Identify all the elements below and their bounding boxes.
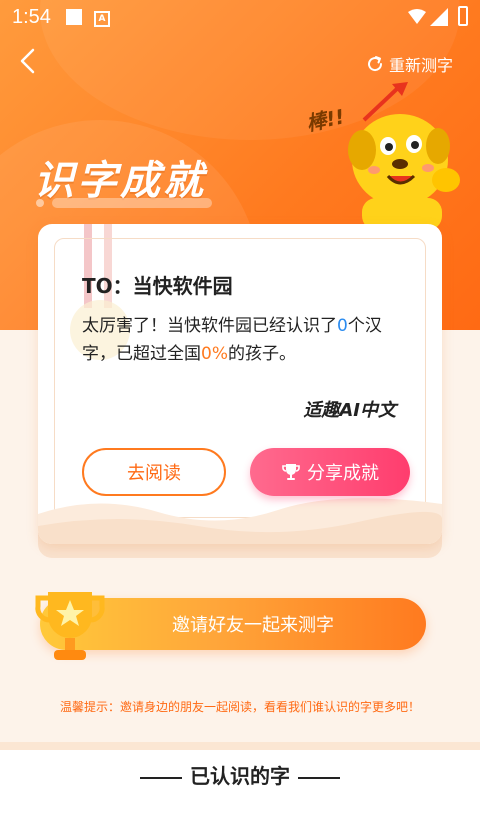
title-decoration-bar [52, 198, 212, 208]
section-divider [0, 742, 480, 750]
read-button-label: 去阅读 [127, 463, 181, 484]
read-button[interactable]: 去阅读 [82, 448, 226, 496]
percentile-value: 0% [201, 344, 228, 364]
recognized-title-label: 已认识的字 [190, 764, 290, 788]
message-prefix: 太厉害了！当快软件园已经认识了 [82, 316, 337, 336]
status-time: 1:54 [12, 6, 51, 28]
back-chevron-icon[interactable] [14, 46, 44, 76]
wifi-icon [408, 9, 426, 24]
recognized-section-title: 已认识的字 [0, 760, 480, 789]
brand-logo-text: 适趣AI中文 [303, 400, 396, 421]
trophy-icon [282, 464, 300, 480]
recognized-count: 0 [337, 316, 348, 336]
share-achievement-button[interactable]: 分享成就 [250, 448, 410, 496]
title-decoration-dot [36, 199, 44, 207]
trophy-icon [35, 592, 105, 660]
achievement-card: TO：当快软件园 太厉害了！当快软件园已经认识了0个汉字，已超过全国0%的孩子。… [38, 224, 442, 544]
retest-button[interactable]: 重新测字 [366, 52, 453, 76]
title-line-right [298, 776, 340, 779]
signal-icon [430, 8, 448, 26]
title-line-left [140, 776, 182, 779]
battery-icon [458, 6, 468, 26]
status-bar: 1:54 A [0, 0, 480, 34]
refresh-icon [368, 56, 383, 72]
invite-label: 邀请好友一起来测字 [172, 615, 334, 636]
card-message: 太厉害了！当快软件园已经认识了0个汉字，已超过全国0%的孩子。 [82, 312, 412, 368]
share-button-label: 分享成就 [307, 463, 379, 484]
warm-tip: 温馨提示：邀请身边的朋友一起阅读，看看我们谁认识的字更多吧！ [59, 700, 420, 714]
notification-icon [66, 9, 82, 25]
card-recipient: TO：当快软件园 [82, 274, 233, 298]
message-suffix: 的孩子。 [227, 344, 296, 364]
notification-a-icon: A [94, 11, 110, 27]
retest-label: 重新测字 [389, 56, 454, 75]
